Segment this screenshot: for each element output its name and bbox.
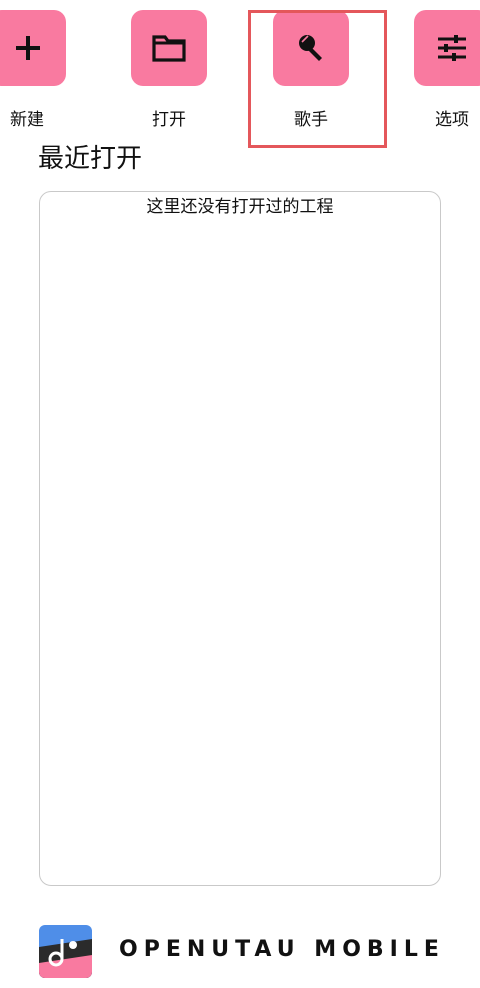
highlight-box <box>248 10 387 148</box>
open-project-button[interactable] <box>131 10 207 86</box>
openutau-logo <box>39 925 92 978</box>
new-project-label: 新建 <box>10 110 44 130</box>
empty-state-text: 这里还没有打开过的工程 <box>146 197 334 217</box>
folder-icon <box>152 35 186 62</box>
recent-projects-title: 最近打开 <box>38 144 143 174</box>
options-label: 选项 <box>435 110 469 130</box>
sliders-icon <box>438 35 466 61</box>
recent-projects-list[interactable]: 这里还没有打开过的工程 <box>39 191 441 886</box>
brand-name: OPENUTAU MOBILE <box>119 937 445 962</box>
app-root: 新建 打开 歌手 选项 最近打开 这里还没有打开过的工程 OPENUTAU MO… <box>0 0 480 988</box>
open-project-label: 打开 <box>152 110 186 130</box>
plus-icon <box>16 36 40 60</box>
new-project-button[interactable] <box>0 10 66 86</box>
options-button[interactable] <box>414 10 480 86</box>
